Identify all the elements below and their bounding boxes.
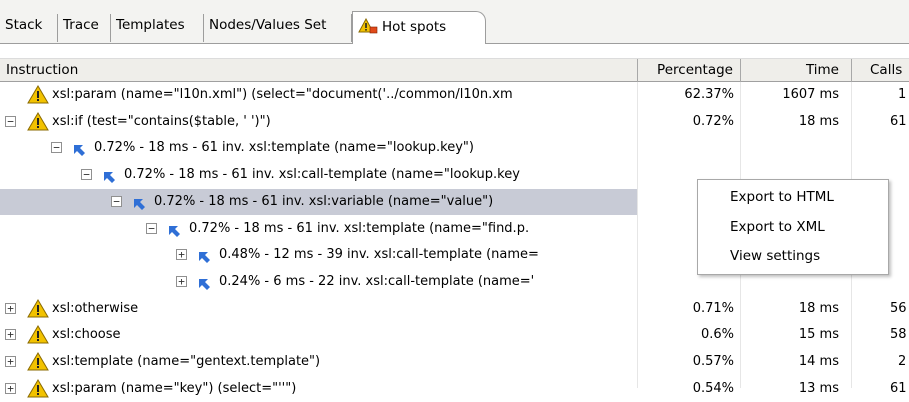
collapse-toggle[interactable]: − (111, 195, 122, 207)
warning-icon (27, 111, 49, 135)
instruction-cell: − xsl:if (test="contains($table, ' ')") (0, 109, 637, 135)
table-row[interactable]: + xsl:param (name="key") (select="''") 0.5… (0, 376, 909, 402)
collapse-toggle[interactable]: − (5, 115, 16, 127)
percentage-cell: 0.71% (692, 300, 734, 316)
calls-cell: 58 (890, 327, 907, 343)
back-arrow-icon (197, 275, 211, 295)
table-row[interactable]: + xsl:template (name="gentext.template") 0… (0, 349, 909, 375)
back-arrow-icon (102, 168, 116, 188)
table-row[interactable]: + xsl:otherwise 0.71% 18 ms 56 (0, 296, 909, 322)
collapse-toggle[interactable]: − (51, 142, 62, 154)
menu-item-view-settings[interactable]: View settings (730, 243, 820, 269)
tab-label: Templates (116, 17, 185, 33)
back-arrow-icon (72, 141, 86, 161)
instruction-cell: + xsl:template (name="gentext.template") (0, 349, 637, 375)
time-cell (741, 135, 851, 161)
instruction-cell: − 0.72% - 18 ms - 61 inv. xsl:template (n… (0, 216, 637, 242)
menu-item-export-html[interactable]: Export to HTML (730, 184, 834, 210)
expand-toggle[interactable]: + (5, 382, 16, 394)
instruction-cell: + xsl:otherwise (0, 296, 637, 322)
collapse-toggle[interactable]: − (146, 222, 157, 234)
expand-toggle[interactable]: + (176, 275, 187, 287)
tab-trace[interactable]: Trace (58, 14, 111, 42)
tab-label: Nodes/Values Set (209, 17, 327, 33)
instruction-text: 0.24% - 6 ms - 22 inv. xsl:call-template… (219, 273, 535, 289)
instruction-text: xsl:choose (52, 327, 121, 343)
instruction-cell: +0.48% - 12 ms - 39 inv. xsl:call-templa… (0, 242, 637, 268)
calls-cell (852, 135, 909, 161)
table-row[interactable]: + xsl:choose 0.6% 15 ms 58 (0, 322, 909, 348)
time-cell: 13 ms (798, 380, 839, 396)
time-cell: 15 ms (798, 327, 839, 343)
instruction-text: xsl:if (test="contains($table, ' ')") (52, 113, 271, 129)
instruction-cell: − 0.72% - 18 ms - 61 inv. xsl:template (n… (0, 135, 637, 161)
expand-toggle[interactable]: + (5, 302, 16, 314)
tab-label: Hot spots (382, 19, 447, 35)
instruction-cell: − 0.72% - 18 ms - 61 inv. xsl:variable (n… (0, 188, 637, 215)
warning-icon (27, 298, 49, 322)
instruction-text: xsl:param (name="l10n.xml") (select="doc… (52, 87, 513, 102)
percentage-cell: 0.57% (692, 354, 734, 369)
percentage-cell: 0.72% (692, 113, 734, 129)
column-header-calls[interactable]: Calls (852, 59, 909, 82)
percentage-cell (638, 135, 740, 161)
time-cell: 18 ms (798, 113, 839, 129)
tab-active-gap (353, 43, 485, 45)
column-header-time[interactable]: Time (741, 59, 852, 82)
table-row[interactable]: xsl:param (name="l10n.xml") (select="doc… (0, 82, 909, 108)
warning-icon (27, 325, 49, 348)
instruction-cell: − 0.72% - 18 ms - 61 inv. xsl:call-templa… (0, 162, 637, 188)
context-menu: Export to HTML Export to XML View settin… (697, 179, 889, 275)
calls-cell: 1 (898, 87, 907, 102)
instruction-cell: + xsl:choose (0, 322, 637, 348)
percentage-cell: 0.54% (692, 380, 734, 396)
calls-cell: 56 (890, 300, 907, 316)
column-header-instruction[interactable]: Instruction (0, 59, 638, 82)
percentage-cell: 0.6% (700, 327, 734, 343)
column-header-percentage[interactable]: Percentage (638, 59, 741, 82)
instruction-text: xsl:otherwise (52, 300, 139, 316)
table-header: Instruction Percentage Time Calls (0, 58, 909, 82)
tab-hot-spots[interactable]: Hot spots (352, 11, 486, 43)
warning-icon (27, 378, 49, 402)
instruction-text: 0.72% - 18 ms - 61 inv. xsl:template (na… (94, 140, 474, 156)
time-cell: 1607 ms (782, 87, 839, 102)
calls-cell: 2 (898, 354, 907, 369)
instruction-text: 0.72% - 18 ms - 61 inv. xsl:template (na… (189, 220, 530, 236)
menu-item-export-xml[interactable]: Export to XML (730, 214, 825, 240)
instruction-text: 0.72% - 18 ms - 61 inv. xsl:call-templat… (124, 167, 520, 183)
instruction-text: xsl:param (name="key") (select="''") (52, 380, 297, 396)
time-cell: 14 ms (798, 354, 839, 369)
percentage-cell: 62.37% (684, 87, 734, 102)
warning-icon (27, 85, 49, 108)
instruction-text: xsl:template (name="gentext.template") (52, 354, 321, 369)
instruction-text: 0.48% - 12 ms - 39 inv. xsl:call-templat… (219, 247, 539, 263)
instruction-text: 0.72% - 18 ms - 61 inv. xsl:variable (na… (154, 193, 494, 209)
tab-stack[interactable]: Stack (0, 14, 58, 42)
back-arrow-icon (132, 195, 146, 215)
expand-toggle[interactable]: + (5, 356, 16, 367)
instruction-cell: +0.24% - 6 ms - 22 inv. xsl:call-templat… (0, 269, 637, 295)
calls-cell: 61 (890, 380, 907, 396)
tab-bar: Stack Trace Templates Nodes/Values Set H… (0, 0, 909, 44)
hot-spots-icon (358, 17, 378, 38)
tab-nodes-values-set[interactable]: Nodes/Values Set (204, 14, 352, 42)
time-cell: 18 ms (798, 300, 839, 316)
expand-toggle[interactable]: + (176, 249, 187, 261)
warning-icon (27, 352, 49, 375)
tab-label: Stack (5, 17, 43, 33)
instruction-cell: xsl:param (name="l10n.xml") (select="doc… (0, 82, 637, 108)
table-row[interactable]: − xsl:if (test="contains($table, ' ')") 0.… (0, 109, 909, 135)
collapse-toggle[interactable]: − (81, 169, 92, 181)
expand-toggle[interactable]: + (5, 329, 16, 341)
tab-templates[interactable]: Templates (111, 14, 204, 42)
instruction-cell: + xsl:param (name="key") (select="''") (0, 376, 637, 402)
tab-label: Trace (63, 17, 99, 33)
back-arrow-icon (197, 248, 211, 268)
table-row[interactable]: − 0.72% - 18 ms - 61 inv. xsl:template (n… (0, 135, 909, 161)
back-arrow-icon (167, 222, 181, 242)
calls-cell: 61 (890, 113, 907, 129)
